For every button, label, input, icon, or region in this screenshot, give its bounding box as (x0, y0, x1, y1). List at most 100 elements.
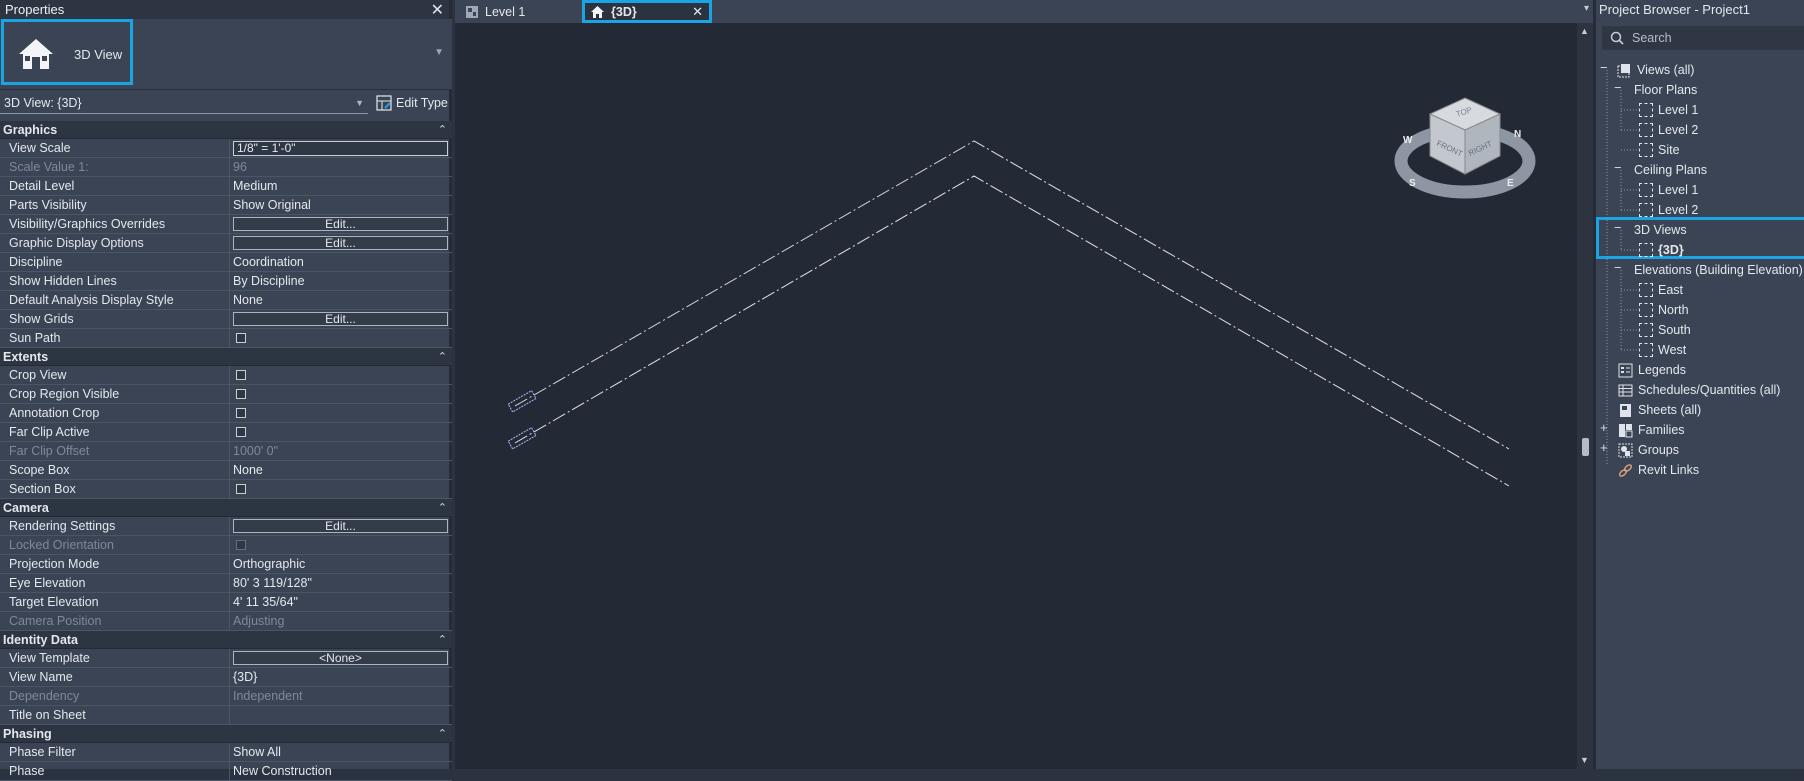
property-value[interactable] (230, 423, 452, 441)
view-instance-selector[interactable]: 3D View: {3D} ▼ (0, 92, 368, 114)
view-icon (1639, 103, 1653, 117)
property-edit-button[interactable]: <None> (233, 651, 448, 665)
section-extents[interactable]: Extents ⌃ (0, 348, 452, 366)
property-value[interactable] (230, 385, 452, 403)
property-value[interactable]: {3D} (230, 668, 452, 686)
section-phasing[interactable]: Phasing ⌃ (0, 725, 452, 743)
property-value[interactable]: None (230, 291, 452, 309)
section-graphics[interactable]: Graphics ⌃ (0, 121, 452, 139)
collapse-icon[interactable]: − (1600, 60, 1608, 75)
tree-item-schedules[interactable]: Schedules/Quantities (all) (1618, 380, 1780, 400)
tree-item-sheets[interactable]: Sheets (all) (1618, 400, 1701, 420)
property-label: Dependency (0, 687, 230, 705)
tree-item-ceiling-level-2[interactable]: Level 2 (1639, 200, 1698, 220)
vertical-scrollbar[interactable]: ▲ ▼ (1577, 23, 1593, 769)
tree-item-legends[interactable]: Legends (1618, 360, 1686, 380)
tree-item-floor-level-2[interactable]: Level 2 (1639, 120, 1698, 140)
property-value[interactable]: Edit... (230, 215, 452, 233)
property-value[interactable]: Edit... (230, 517, 452, 535)
tree-item-ceiling-plans[interactable]: Ceiling Plans (1634, 160, 1707, 180)
property-checkbox[interactable] (236, 484, 246, 494)
collapse-chevron-icon[interactable]: ⌃ (438, 350, 447, 363)
tree-item-north[interactable]: North (1639, 300, 1689, 320)
property-value[interactable]: Show Original (230, 196, 452, 214)
tree-item-3d-views[interactable]: 3D Views (1634, 220, 1687, 240)
property-checkbox[interactable] (236, 370, 246, 380)
property-checkbox[interactable] (236, 333, 246, 343)
collapse-chevron-icon[interactable]: ⌃ (438, 501, 447, 514)
scroll-down-icon[interactable]: ▼ (1580, 755, 1589, 765)
property-row-sun-path: Sun Path (0, 329, 452, 348)
tree-item-elevations[interactable]: Elevations (Building Elevation) (1634, 260, 1803, 280)
tree-item-south[interactable]: South (1639, 320, 1691, 340)
property-value[interactable]: 1/8" = 1'-0" (230, 139, 452, 157)
property-edit-button[interactable]: Edit... (233, 236, 448, 250)
tree-item-revit-links[interactable]: Revit Links (1618, 460, 1699, 480)
edit-type-button[interactable]: Edit Type (376, 93, 448, 113)
tree-item-east[interactable]: East (1639, 280, 1683, 300)
property-value[interactable] (230, 329, 452, 347)
collapse-icon[interactable]: − (1614, 80, 1622, 95)
property-checkbox[interactable] (236, 389, 246, 399)
compass-e: E (1507, 178, 1514, 189)
chevron-down-icon[interactable]: ▼ (434, 47, 444, 58)
property-value[interactable] (230, 480, 452, 498)
tree-item-groups[interactable]: Groups (1618, 440, 1679, 460)
tree-item-views-all[interactable]: Views (all) (1617, 60, 1694, 80)
property-value[interactable]: Coordination (230, 253, 452, 271)
tree-item-west[interactable]: West (1639, 340, 1686, 360)
close-icon[interactable]: ✕ (431, 0, 444, 20)
scroll-up-icon[interactable]: ▲ (1580, 26, 1589, 36)
property-value[interactable] (230, 706, 452, 724)
property-value[interactable]: Show All (230, 743, 452, 761)
tree-item-3d[interactable]: {3D} (1639, 240, 1684, 260)
property-value[interactable]: Medium (230, 177, 452, 195)
tree-item-site[interactable]: Site (1639, 140, 1680, 160)
tree-item-families[interactable]: Families (1618, 420, 1685, 440)
close-icon[interactable]: ✕ (692, 4, 703, 20)
collapse-chevron-icon[interactable]: ⌃ (438, 727, 447, 740)
property-value[interactable]: New Construction (230, 762, 452, 780)
tree-item-ceiling-level-1[interactable]: Level 1 (1639, 180, 1698, 200)
collapse-icon[interactable]: − (1614, 260, 1622, 275)
viewcube[interactable]: TOP FRONT RIGHT N E S W (1394, 97, 1536, 199)
property-value[interactable]: None (230, 461, 452, 479)
type-selector[interactable]: 3D View ▼ (0, 19, 452, 90)
tree-item-floor-level-1[interactable]: Level 1 (1639, 100, 1698, 120)
property-edit-button[interactable]: Edit... (233, 217, 448, 231)
property-label: Crop View (0, 366, 230, 384)
property-label: Rendering Settings (0, 517, 230, 535)
property-edit-button[interactable]: Edit... (233, 519, 448, 533)
collapse-chevron-icon[interactable]: ⌃ (438, 633, 447, 646)
section-identity-data[interactable]: Identity Data ⌃ (0, 631, 452, 649)
house-icon (19, 39, 53, 69)
collapse-icon[interactable]: − (1614, 160, 1622, 175)
search-input[interactable]: Search (1602, 26, 1804, 50)
tab-label: Level 1 (485, 4, 526, 19)
property-value[interactable]: Edit... (230, 234, 452, 252)
drawing-canvas[interactable]: TOP FRONT RIGHT N E S W (455, 23, 1577, 769)
collapse-icon[interactable]: − (1614, 220, 1622, 235)
property-checkbox[interactable] (236, 427, 246, 437)
tree-item-floor-plans[interactable]: Floor Plans (1634, 80, 1697, 100)
property-input[interactable]: 1/8" = 1'-0" (233, 140, 448, 156)
expand-icon[interactable]: + (1600, 440, 1608, 455)
property-value[interactable]: <None> (230, 649, 452, 667)
property-value[interactable]: 80' 3 119/128" (230, 574, 452, 592)
tab-3d[interactable]: {3D} ✕ (582, 0, 712, 23)
property-value[interactable]: 4' 11 35/64" (230, 593, 452, 611)
property-value[interactable] (230, 366, 452, 384)
tab-list-icon[interactable]: ▾ (1584, 3, 1589, 14)
tab-level-1[interactable]: Level 1 (461, 0, 580, 23)
property-value[interactable]: By Discipline (230, 272, 452, 290)
collapse-chevron-icon[interactable]: ⌃ (438, 123, 447, 136)
section-camera[interactable]: Camera ⌃ (0, 499, 452, 517)
property-value[interactable]: Edit... (230, 310, 452, 328)
legend-icon (1618, 363, 1633, 377)
property-value[interactable] (230, 404, 452, 422)
property-value[interactable]: Orthographic (230, 555, 452, 573)
expand-icon[interactable]: + (1600, 420, 1608, 435)
property-checkbox[interactable] (236, 408, 246, 418)
property-edit-button[interactable]: Edit... (233, 312, 448, 326)
scroll-thumb[interactable] (1582, 438, 1589, 456)
